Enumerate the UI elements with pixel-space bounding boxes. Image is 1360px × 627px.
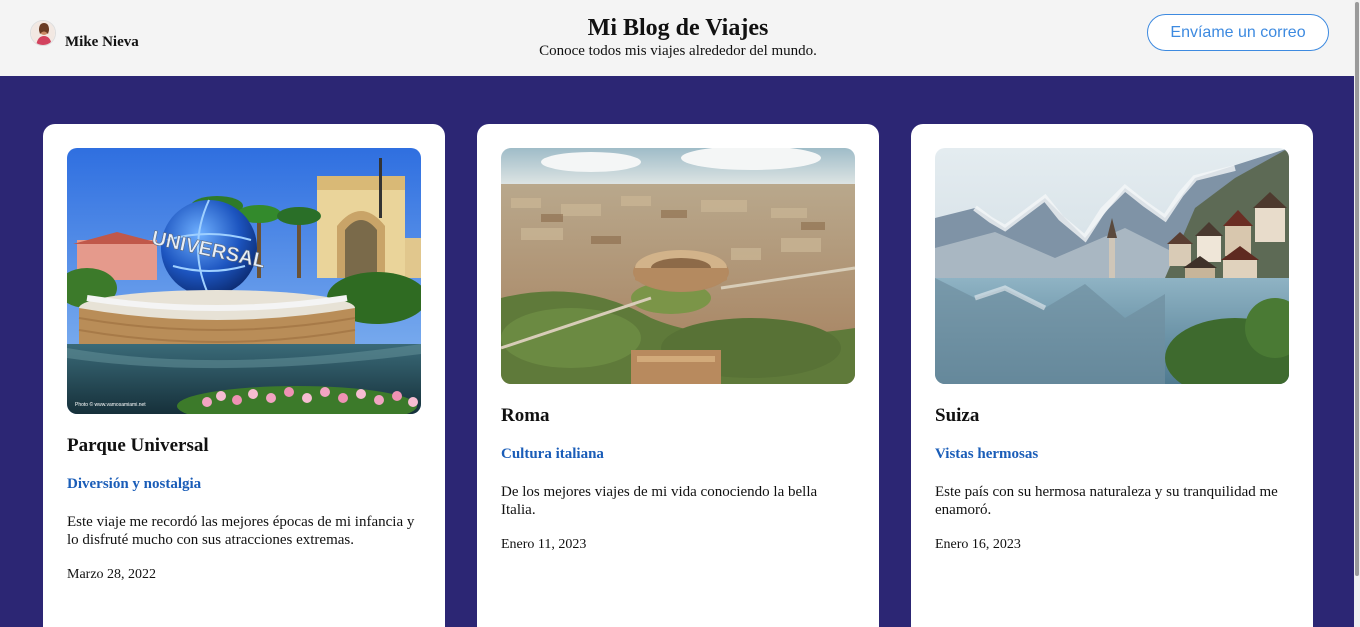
page-subtitle: Conoce todos mis viajes alrededor del mu… [539,43,817,59]
user-name: Mike Nieva [65,34,139,50]
page-title: Mi Blog de Viajes [587,15,769,41]
email-button[interactable]: Envíame un correo [1147,14,1329,51]
trip-card-body: Suiza Vistas hermosas Este país con su h… [935,405,1289,553]
trip-title: Suiza [935,405,980,426]
scrollbar-thumb[interactable] [1355,2,1359,576]
trip-image-universal[interactable]: UNIVERSAL Photo © www.vamosamiami.net [67,148,421,414]
trip-date: Enero 16, 2023 [935,537,1021,552]
trip-tag: Cultura italiana [501,446,604,462]
trip-title: Roma [501,405,550,426]
trip-image-suiza[interactable] [935,148,1289,384]
trip-tag: Diversión y nostalgia [67,476,202,492]
trip-image-roma[interactable] [501,148,855,384]
trip-tag: Vistas hermosas [935,446,1039,462]
trip-card-body: Parque Universal Diversión y nostalgia E… [67,435,421,583]
trip-date: Enero 11, 2023 [501,537,587,552]
avatar[interactable] [30,19,56,46]
trip-description: Este país con su hermosa naturaleza y su… [935,484,1278,518]
trip-card-body: Roma Cultura italiana De los mejores via… [501,405,855,553]
title-block: Mi Blog de Viajes Conoce todos mis viaje… [478,14,878,60]
user-profile[interactable]: Mike Nieva [30,14,139,51]
trip-card-universal[interactable]: UNIVERSAL Photo © www.vamosamiami.net Pa… [43,124,445,627]
site-header: Mike Nieva Mi Blog de Viajes Conoce todo… [0,0,1360,76]
trip-title: Parque Universal [67,435,209,456]
photo-credit: Photo © www.vamosamiami.net [75,401,146,408]
scrollbar[interactable] [1354,0,1360,627]
trip-card-suiza[interactable]: Suiza Vistas hermosas Este país con su h… [911,124,1313,627]
trip-description: De los mejores viajes de mi vida conocie… [501,484,818,518]
trip-date: Marzo 28, 2022 [67,567,157,582]
trip-description: Este viaje me recordó las mejores épocas… [67,514,415,548]
trip-card-roma[interactable]: Roma Cultura italiana De los mejores via… [477,124,879,627]
avatar-image [31,20,55,45]
